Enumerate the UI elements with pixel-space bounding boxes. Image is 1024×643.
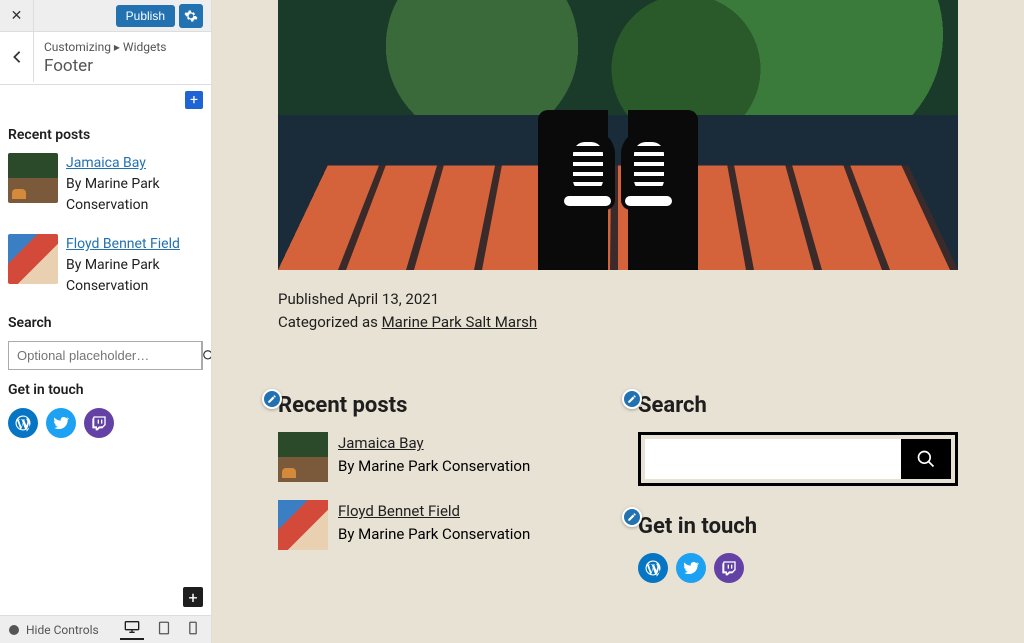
mobile-icon [188, 621, 198, 635]
publish-button[interactable]: Publish [116, 5, 175, 27]
recent-post-item: Jamaica Bay By Marine Park Conservation [8, 153, 203, 216]
recent-posts-heading: Recent posts [8, 127, 203, 143]
close-button[interactable]: ✕ [0, 0, 34, 32]
tablet-view-button[interactable] [154, 620, 174, 639]
search-and-social-widget: Search Get in touch [638, 393, 958, 583]
collapse-icon [8, 624, 20, 636]
desktop-icon [124, 620, 140, 634]
wordpress-icon [14, 414, 32, 432]
search-icon [202, 349, 211, 363]
edit-shortcut-button[interactable] [622, 507, 642, 527]
twitter-icon [53, 415, 69, 431]
twitter-icon [683, 560, 699, 576]
device-preview-toggle [120, 615, 202, 643]
search-widget [8, 341, 203, 370]
search-submit-button[interactable] [201, 342, 211, 369]
widget-title: Get in touch [638, 514, 958, 539]
wordpress-link[interactable] [8, 408, 38, 438]
chevron-left-icon [12, 50, 22, 64]
back-button[interactable] [0, 32, 34, 82]
twitter-link[interactable] [676, 553, 706, 583]
featured-image [278, 0, 958, 270]
post-link[interactable]: Floyd Bennet Field [338, 502, 460, 520]
search-form [638, 432, 958, 486]
post-byline: By Marine Park Conservation [66, 257, 160, 294]
recent-post-item: Floyd Bennet Field By Marine Park Conser… [8, 234, 203, 297]
post-thumbnail [278, 500, 328, 550]
gear-icon [184, 9, 198, 23]
post-byline: By Marine Park Conservation [66, 176, 160, 213]
post-thumbnail [8, 234, 58, 284]
wordpress-icon [644, 559, 662, 577]
twitch-icon [721, 560, 737, 576]
post-link[interactable]: Jamaica Bay [338, 434, 424, 452]
post-link[interactable]: Floyd Bennet Field [66, 236, 180, 252]
breadcrumb-path: Customizing ▸ Widgets [44, 40, 201, 54]
widget-title: Recent posts [278, 393, 598, 418]
twitch-link[interactable] [714, 553, 744, 583]
post-thumbnail [8, 153, 58, 203]
edit-shortcut-button[interactable] [622, 389, 642, 409]
breadcrumb-title: Footer [44, 56, 201, 76]
post-thumbnail [278, 432, 328, 482]
recent-post-item: Floyd Bennet Field By Marine Park Conser… [278, 500, 598, 550]
published-date: Published April 13, 2021 [278, 288, 958, 311]
tablet-icon [158, 621, 170, 635]
breadcrumb: Customizing ▸ Widgets Footer [0, 32, 211, 85]
add-widget-button[interactable]: + [183, 587, 203, 607]
search-icon [916, 449, 936, 469]
recent-post-item: Jamaica Bay By Marine Park Conservation [278, 432, 598, 482]
customizer-sidebar: ✕ Publish Customizing ▸ Widgets Footer +… [0, 0, 212, 643]
search-input[interactable] [9, 342, 201, 369]
category-link[interactable]: Marine Park Salt Marsh [382, 313, 538, 331]
widget-panel: Recent posts Jamaica Bay By Marine Park … [0, 115, 211, 579]
search-submit-button[interactable] [901, 439, 951, 479]
add-block-button[interactable]: + [185, 91, 203, 109]
edit-shortcut-button[interactable] [262, 389, 282, 409]
desktop-view-button[interactable] [120, 619, 144, 640]
twitter-link[interactable] [46, 408, 76, 438]
twitch-icon [91, 415, 107, 431]
footer-widgets: Recent posts Jamaica Bay By Marine Park … [278, 393, 958, 583]
settings-button[interactable] [179, 4, 203, 28]
get-in-touch-heading: Get in touch [8, 382, 203, 398]
site-preview: Published April 13, 2021 Categorized as … [212, 0, 1024, 643]
mobile-view-button[interactable] [184, 620, 202, 639]
pencil-icon [627, 394, 637, 404]
pencil-icon [267, 394, 277, 404]
social-links [8, 408, 203, 438]
post-byline: By Marine Park Conservation [338, 457, 530, 475]
recent-posts-widget: Recent posts Jamaica Bay By Marine Park … [278, 393, 598, 583]
top-toolbar: ✕ Publish [0, 0, 211, 32]
twitch-link[interactable] [84, 408, 114, 438]
wordpress-link[interactable] [638, 553, 668, 583]
categorized-label: Categorized as [278, 313, 382, 331]
widget-title: Search [638, 393, 958, 418]
social-links [638, 553, 958, 583]
post-byline: By Marine Park Conservation [338, 525, 530, 543]
search-input[interactable] [645, 439, 901, 479]
pencil-icon [627, 512, 637, 522]
hide-controls-button[interactable]: Hide Controls [8, 623, 99, 637]
search-heading: Search [8, 315, 203, 331]
post-meta: Published April 13, 2021 Categorized as … [278, 288, 958, 333]
post-link[interactable]: Jamaica Bay [66, 155, 146, 171]
